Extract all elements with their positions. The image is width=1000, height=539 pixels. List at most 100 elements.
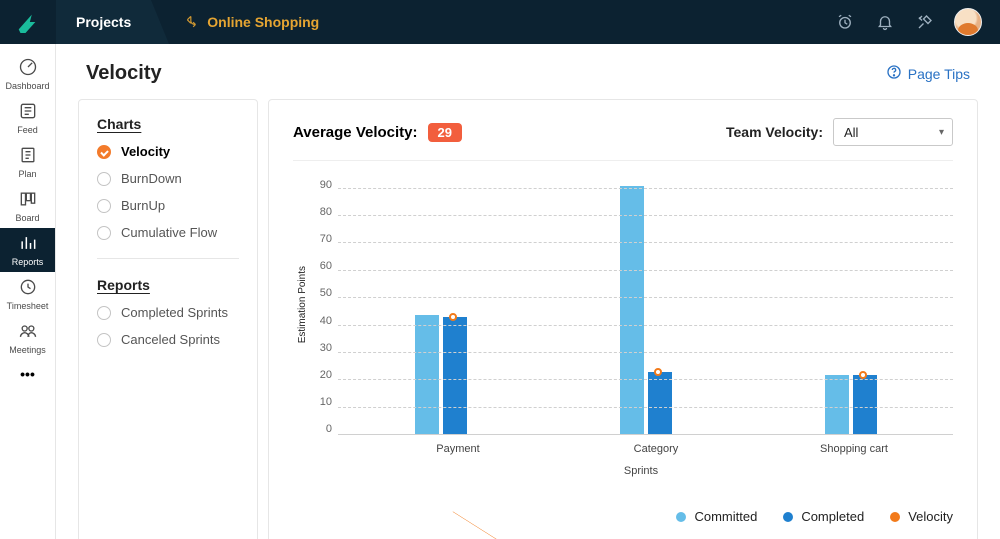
projects-tab[interactable]: Projects xyxy=(56,0,151,44)
nav-reports[interactable]: Reports xyxy=(0,228,55,272)
y-axis-label: Estimation Points xyxy=(293,266,308,343)
chart-panel: Average Velocity: 29 Team Velocity: All … xyxy=(268,99,978,539)
velocity-point xyxy=(654,368,662,376)
team-velocity-select[interactable]: All ▾ xyxy=(833,118,953,146)
y-tick-label: 70 xyxy=(308,233,332,245)
chart-option-velocity[interactable]: Velocity xyxy=(97,144,239,159)
team-velocity-selector: Team Velocity: All ▾ xyxy=(726,118,953,146)
nav-label: Dashboard xyxy=(5,81,49,91)
alarm-icon[interactable] xyxy=(834,11,856,33)
avatar[interactable] xyxy=(954,8,982,36)
report-option-completed-sprints[interactable]: Completed Sprints xyxy=(97,305,239,320)
nav-more[interactable]: ••• xyxy=(20,366,35,382)
radio-icon xyxy=(97,333,111,347)
y-axis-ticks: 9080706050403020100 xyxy=(308,175,338,435)
average-velocity: Average Velocity: 29 xyxy=(293,123,462,142)
nav-meetings[interactable]: Meetings xyxy=(0,316,55,360)
content: Charts Velocity BurnDown BurnUp Cumulative … xyxy=(56,99,1000,539)
report-option-canceled-sprints[interactable]: Canceled Sprints xyxy=(97,332,239,347)
chart-option-label: BurnDown xyxy=(121,171,182,186)
main: Velocity Page Tips Charts Velocity BurnDo… xyxy=(56,44,1000,539)
nav-label: Plan xyxy=(18,169,36,179)
y-tick-label: 30 xyxy=(308,342,332,354)
x-tick-label: Shopping cart xyxy=(755,443,953,455)
gauge-icon xyxy=(18,57,38,79)
chart-option-label: BurnUp xyxy=(121,198,165,213)
page-title: Velocity xyxy=(86,62,162,85)
bars-layer xyxy=(338,175,953,435)
app-logo[interactable] xyxy=(0,0,56,44)
y-tick-label: 80 xyxy=(308,206,332,218)
y-tick-label: 90 xyxy=(308,179,332,191)
gridline xyxy=(338,188,953,189)
feed-icon xyxy=(18,101,38,123)
bell-icon[interactable] xyxy=(874,11,896,33)
plan-icon xyxy=(18,145,38,167)
gridline xyxy=(338,242,953,243)
y-tick-label: 0 xyxy=(308,423,332,435)
charts-section-title: Charts xyxy=(97,116,239,132)
nav-board[interactable]: Board xyxy=(0,184,55,228)
gridline xyxy=(338,407,953,408)
plot-area xyxy=(338,175,953,435)
chart-option-cumulative-flow[interactable]: Cumulative Flow xyxy=(97,225,239,240)
y-tick-label: 10 xyxy=(308,396,332,408)
chevron-down-icon: ▾ xyxy=(939,127,944,138)
legend-velocity: Velocity xyxy=(890,509,953,524)
legend-label: Completed xyxy=(801,509,864,524)
bar-completed xyxy=(443,317,467,435)
radio-icon xyxy=(97,199,111,213)
breadcrumb[interactable]: Online Shopping xyxy=(185,14,319,31)
legend-completed: Completed xyxy=(783,509,864,524)
legend-committed: Committed xyxy=(676,509,757,524)
nav-dashboard[interactable]: Dashboard xyxy=(0,52,55,96)
report-option-label: Completed Sprints xyxy=(121,305,228,320)
sprint-group xyxy=(543,175,748,435)
nav-plan[interactable]: Plan xyxy=(0,140,55,184)
chart-option-burndown[interactable]: BurnDown xyxy=(97,171,239,186)
bar-committed xyxy=(825,375,849,435)
reports-section-title: Reports xyxy=(97,277,239,293)
page-head: Velocity Page Tips xyxy=(56,44,1000,99)
avg-value-badge: 29 xyxy=(428,123,462,142)
chart-option-label: Velocity xyxy=(121,144,170,159)
nav-timesheet[interactable]: Timesheet xyxy=(0,272,55,316)
gridline xyxy=(338,352,953,353)
charts-list: Velocity BurnDown BurnUp Cumulative Flow xyxy=(97,144,239,240)
logo-icon xyxy=(14,11,42,33)
gridline xyxy=(338,379,953,380)
radio-icon xyxy=(97,306,111,320)
gridline xyxy=(338,325,953,326)
legend: Committed Completed Velocity xyxy=(293,509,953,524)
header-right xyxy=(834,8,982,36)
divider xyxy=(97,258,239,259)
x-axis: PaymentCategoryShopping cart Sprints xyxy=(329,443,953,477)
velocity-point xyxy=(449,313,457,321)
clock-icon xyxy=(18,277,38,299)
help-icon xyxy=(886,64,902,83)
radio-icon xyxy=(97,226,111,240)
chart-option-burnup[interactable]: BurnUp xyxy=(97,198,239,213)
gridline xyxy=(338,297,953,298)
header-left: Projects Online Shopping xyxy=(0,0,319,44)
reports-list: Completed Sprints Canceled Sprints xyxy=(97,305,239,347)
radio-icon xyxy=(97,145,111,159)
nav-feed[interactable]: Feed xyxy=(0,96,55,140)
sprint-group xyxy=(748,175,953,435)
nav-label: Meetings xyxy=(9,345,46,355)
y-tick-label: 40 xyxy=(308,315,332,327)
board-icon xyxy=(18,189,38,211)
legend-label: Velocity xyxy=(908,509,953,524)
bar-completed xyxy=(853,375,877,435)
x-tick-labels: PaymentCategoryShopping cart xyxy=(329,443,953,455)
bar-committed xyxy=(415,315,439,435)
breadcrumb-label: Online Shopping xyxy=(207,14,319,30)
y-tick-label: 60 xyxy=(308,260,332,272)
y-tick-label: 50 xyxy=(308,287,332,299)
bar-completed xyxy=(648,372,672,435)
swatch-velocity xyxy=(890,512,900,522)
tools-icon[interactable] xyxy=(914,11,936,33)
page-tips-link[interactable]: Page Tips xyxy=(886,64,970,83)
nav-label: Feed xyxy=(17,125,38,135)
report-option-label: Canceled Sprints xyxy=(121,332,220,347)
